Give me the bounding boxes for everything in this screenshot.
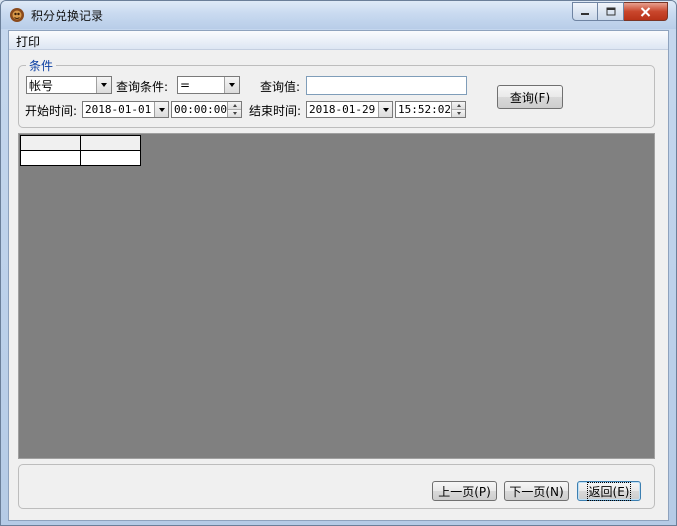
start-time-spinner[interactable]: 00:00:00: [171, 101, 242, 118]
title-bar[interactable]: 积分兑换记录: [1, 1, 676, 29]
query-button[interactable]: 查询(F): [497, 85, 563, 109]
maximize-button[interactable]: [598, 2, 624, 21]
window-title: 积分兑换记录: [31, 9, 104, 23]
query-value-input[interactable]: [306, 76, 467, 95]
app-logo-icon: [10, 8, 24, 22]
spin-up-icon[interactable]: [452, 102, 465, 109]
end-date-picker[interactable]: 2018-01-29: [306, 101, 393, 118]
grid-cell[interactable]: [20, 150, 81, 166]
start-date-value: 2018-01-01: [85, 103, 152, 116]
end-time-value: 15:52:02: [398, 103, 451, 116]
query-button-label: 查询(F): [509, 90, 551, 105]
close-button[interactable]: [624, 2, 668, 21]
query-condition-label: 查询条件:: [116, 80, 169, 94]
next-page-button[interactable]: 下一页(N): [504, 481, 569, 501]
end-time-spinner[interactable]: 15:52:02: [395, 101, 466, 118]
spin-buttons[interactable]: [227, 102, 241, 117]
chevron-down-icon[interactable]: [154, 102, 168, 117]
chevron-down-icon[interactable]: [96, 77, 111, 93]
menu-bar: 打印: [9, 31, 668, 50]
grid-header-row: [20, 135, 141, 151]
grid-header-cell[interactable]: [80, 135, 141, 151]
field-select[interactable]: 帐号: [26, 76, 112, 94]
minimize-button[interactable]: [572, 2, 598, 21]
condition-group-title: 条件: [26, 57, 57, 74]
close-icon: [640, 6, 651, 17]
spin-buttons[interactable]: [451, 102, 465, 117]
start-date-picker[interactable]: 2018-01-01: [82, 101, 169, 118]
next-page-label: 下一页(N): [509, 484, 564, 499]
back-button[interactable]: 返回(E): [577, 481, 641, 501]
window-controls: [572, 2, 668, 22]
client-area: 打印 条件 帐号 查询条件: = 查询值: 开始时间: 2018-01-01 0…: [8, 30, 669, 521]
start-time-label: 开始时间:: [25, 104, 78, 118]
data-grid[interactable]: [18, 133, 655, 459]
grid-table: [20, 135, 141, 166]
spin-down-icon[interactable]: [228, 109, 241, 117]
minimize-icon: [581, 12, 589, 15]
query-condition-select[interactable]: =: [177, 76, 240, 94]
app-window: 积分兑换记录 打印 条件 帐号 查询条件: = 查询值: 开始时间: 2018-…: [0, 0, 677, 526]
query-value-label: 查询值:: [260, 80, 301, 94]
maximize-icon: [606, 7, 615, 16]
start-time-value: 00:00:00: [174, 103, 227, 116]
prev-page-button[interactable]: 上一页(P): [432, 481, 497, 501]
field-select-value: 帐号: [29, 78, 54, 93]
back-label: 返回(E): [586, 481, 632, 501]
chevron-down-icon[interactable]: [224, 77, 239, 93]
grid-header-cell[interactable]: [20, 135, 81, 151]
chevron-down-icon[interactable]: [378, 102, 392, 117]
end-date-value: 2018-01-29: [309, 103, 376, 116]
menu-item-print[interactable]: 打印: [14, 33, 42, 50]
prev-page-label: 上一页(P): [438, 484, 491, 499]
table-row[interactable]: [20, 150, 141, 166]
end-time-label: 结束时间:: [249, 104, 302, 118]
grid-cell[interactable]: [80, 150, 141, 166]
query-condition-value: =: [180, 78, 191, 92]
spin-down-icon[interactable]: [452, 109, 465, 117]
spin-up-icon[interactable]: [228, 102, 241, 109]
